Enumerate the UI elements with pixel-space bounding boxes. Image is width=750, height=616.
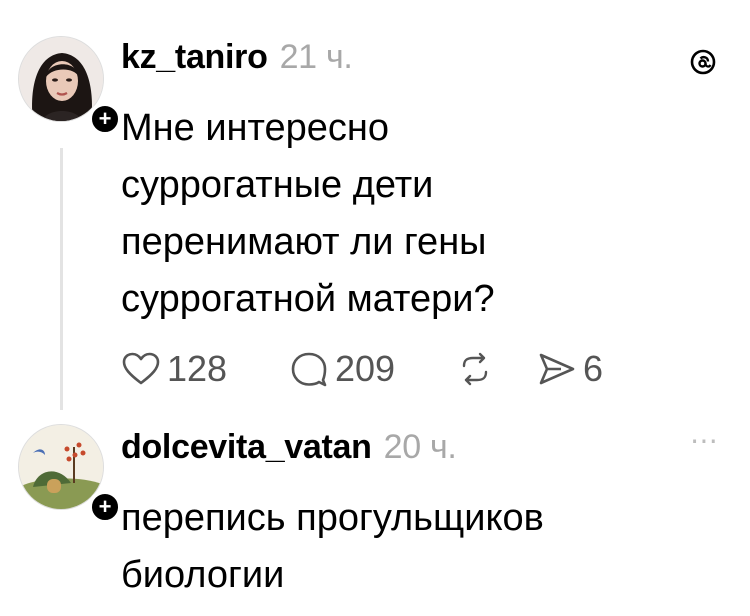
post-text-line: суррогатные дети bbox=[121, 164, 434, 206]
reply-button[interactable]: 209 bbox=[289, 344, 395, 394]
post-header: dolcevita_vatan 20 ч. bbox=[121, 428, 457, 467]
follow-plus-icon[interactable]: + bbox=[88, 102, 122, 136]
post-text-line: суррогатной матери? bbox=[121, 278, 495, 320]
comment-icon bbox=[291, 352, 327, 387]
avatar-kz-taniro[interactable]: + bbox=[18, 36, 122, 136]
username[interactable]: kz_taniro bbox=[121, 38, 268, 76]
heart-icon bbox=[122, 352, 160, 385]
follow-plus-icon[interactable]: + bbox=[88, 490, 122, 524]
more-options-icon[interactable]: ⋯ bbox=[690, 424, 720, 457]
share-count: 6 bbox=[583, 348, 604, 389]
thread-line bbox=[60, 148, 63, 410]
username[interactable]: dolcevita_vatan bbox=[121, 428, 372, 466]
share-button[interactable]: 6 bbox=[537, 344, 603, 394]
avatar-dolcevita-vatan[interactable]: + bbox=[18, 424, 122, 524]
repost-button[interactable] bbox=[457, 344, 493, 394]
reply-count: 209 bbox=[335, 348, 396, 389]
like-button[interactable]: 128 bbox=[121, 344, 227, 394]
post-text: перепись прогульщиков биологии bbox=[121, 490, 721, 604]
timestamp: 21 ч. bbox=[279, 38, 353, 76]
post-header: kz_taniro 21 ч. bbox=[121, 38, 353, 77]
timestamp: 20 ч. bbox=[383, 428, 457, 466]
post-text: Мне интересно суррогатные дети перенимаю… bbox=[121, 100, 721, 328]
post-text-line: перенимают ли гены bbox=[121, 221, 487, 263]
like-count: 128 bbox=[167, 348, 228, 389]
post-text-line: Мне интересно bbox=[121, 107, 390, 149]
post-text-line: биологии bbox=[121, 554, 285, 596]
send-icon bbox=[539, 353, 575, 385]
repost-icon bbox=[462, 352, 488, 386]
threads-logo-icon bbox=[690, 49, 716, 75]
post-text-line: перепись прогульщиков bbox=[121, 497, 544, 539]
post-actions: 128 209 6 bbox=[121, 344, 681, 394]
